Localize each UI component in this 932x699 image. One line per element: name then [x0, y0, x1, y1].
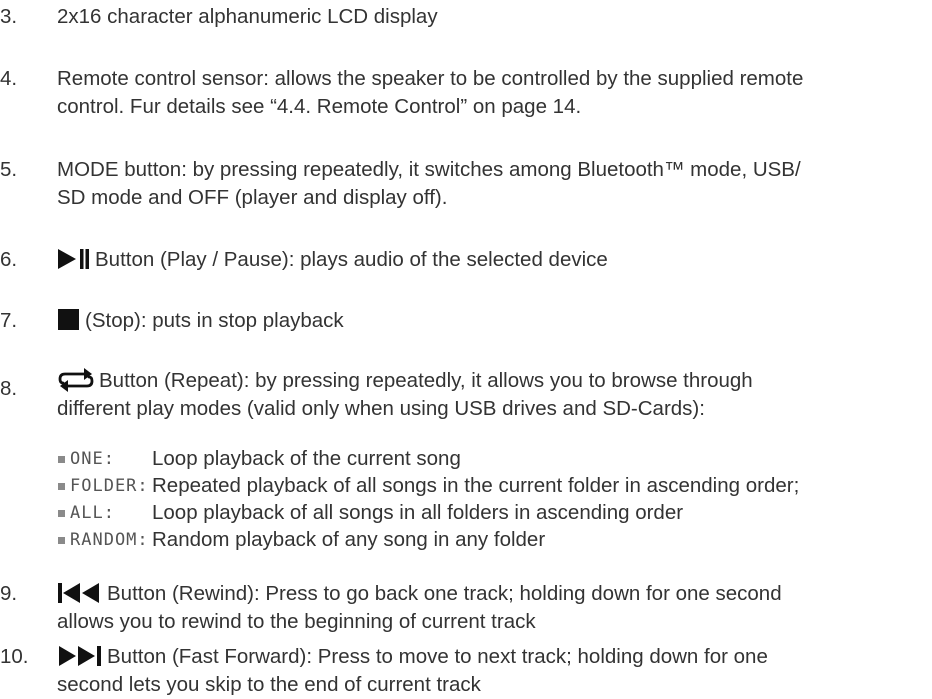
- item-number: 6.: [0, 248, 18, 271]
- item-number: 8.: [0, 377, 18, 400]
- mode-label: RANDOM:: [70, 530, 149, 550]
- item-text-line: MODE button: by pressing repeatedly, it …: [57, 158, 801, 181]
- bullet: [58, 510, 65, 517]
- repeat-icon: [58, 367, 94, 392]
- item-text: Remote control sensor: allows the speake…: [57, 65, 927, 121]
- item-number: 10.: [0, 645, 29, 668]
- item-number: 7.: [0, 309, 18, 332]
- item-text: Button (Repeat): by pressing repeatedly,…: [57, 367, 927, 423]
- item-text-content: Button (Fast Forward): Press to move to …: [107, 645, 768, 668]
- mode-desc: Loop playback of the current song: [152, 447, 461, 470]
- item-text-line: allows you to rewind to the beginning of…: [57, 610, 536, 633]
- rewind-icon: [58, 582, 99, 603]
- item-text: MODE button: by pressing repeatedly, it …: [57, 156, 927, 212]
- bullet: [58, 456, 65, 463]
- mode-label: ALL:: [70, 503, 115, 523]
- item-text-content: Button (Rewind): Press to go back one tr…: [107, 582, 782, 605]
- item-number: 5.: [0, 158, 18, 181]
- fast-forward-icon: [59, 645, 101, 666]
- item-number: 3.: [0, 5, 18, 28]
- item-text: 2x16 character alphanumeric LCD display: [57, 5, 438, 28]
- item-text-line: control. Fur details see “4.4. Remote Co…: [57, 95, 582, 118]
- bullet: [58, 537, 65, 544]
- item-text-line: different play modes (valid only when us…: [57, 397, 705, 420]
- item-text-content: Button (Repeat): by pressing repeatedly,…: [99, 369, 753, 392]
- mode-desc: Repeated playback of all songs in the cu…: [152, 474, 800, 497]
- item-text: (Stop): puts in stop playback: [57, 307, 927, 335]
- item-text: Button (Play / Pause): plays audio of th…: [57, 246, 927, 274]
- mode-label: FOLDER:: [70, 476, 149, 496]
- item-text-content: Button (Play / Pause): plays audio of th…: [95, 248, 608, 271]
- item-text-line: SD mode and OFF (player and display off)…: [57, 186, 448, 209]
- stop-icon: [58, 308, 79, 330]
- item-text-line: Remote control sensor: allows the speake…: [57, 67, 804, 90]
- mode-label: ONE:: [70, 449, 115, 469]
- item-number: 4.: [0, 67, 18, 90]
- item-text-line: second lets you skip to the end of curre…: [57, 673, 481, 696]
- item-text-content: (Stop): puts in stop playback: [85, 309, 344, 332]
- item-text-line: Button (Repeat): by pressing repeatedly,…: [57, 367, 927, 395]
- mode-desc: Loop playback of all songs in all folder…: [152, 501, 684, 524]
- item-number: 9.: [0, 582, 18, 605]
- item-text: Button (Rewind): Press to go back one tr…: [57, 580, 927, 636]
- bullet: [58, 483, 65, 490]
- item-text-line: Button (Fast Forward): Press to move to …: [57, 643, 927, 671]
- mode-desc: Random playback of any song in any folde…: [152, 528, 546, 551]
- play-pause-icon: [58, 248, 89, 269]
- item-text-line: Button (Rewind): Press to go back one tr…: [57, 580, 927, 608]
